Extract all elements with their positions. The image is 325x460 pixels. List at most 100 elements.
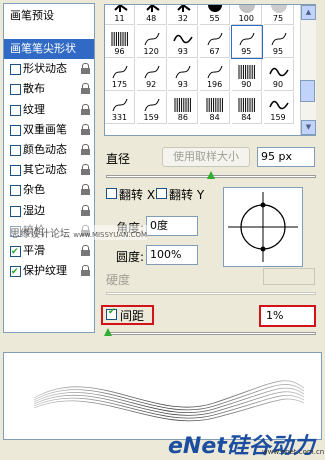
lock-icon[interactable] xyxy=(81,245,90,256)
brush-tip-cell[interactable]: 90 xyxy=(263,59,294,91)
lock-icon[interactable] xyxy=(81,83,90,95)
scrollbar-thumb[interactable] xyxy=(300,80,315,102)
brush-presets-header[interactable]: 画笔预设 xyxy=(10,6,100,26)
hardness-slider xyxy=(106,292,316,295)
scroll-up-icon[interactable]: ▲ xyxy=(301,5,316,20)
brush-option-checkbox[interactable] xyxy=(10,145,21,156)
brush-tip-cell[interactable]: 84 xyxy=(200,92,231,124)
brush-tip-cell[interactable]: 95 xyxy=(230,25,263,59)
brush-grid-scrollbar[interactable]: ▲ ▼ xyxy=(300,5,316,135)
brush-tip-icon xyxy=(206,98,223,112)
brush-tip-cell[interactable]: 92 xyxy=(136,59,167,91)
brush-option-0[interactable]: 画笔笔尖形状 xyxy=(4,39,94,59)
brush-option-1[interactable]: 形状动态 xyxy=(4,59,94,79)
brush-tip-cell[interactable]: 159 xyxy=(263,92,294,124)
brush-option-label: 湿边 xyxy=(23,203,45,217)
brush-tip-cell[interactable]: 120 xyxy=(136,26,167,58)
spacing-checkbox[interactable] xyxy=(106,307,117,320)
brush-tip-cell[interactable]: 93 xyxy=(168,26,199,58)
brush-stroke-preview xyxy=(3,352,322,440)
flip-y-checkbox[interactable] xyxy=(156,188,167,199)
brush-option-label: 纹理 xyxy=(23,102,45,116)
brush-tip-cell[interactable]: 93 xyxy=(168,59,199,91)
brush-tip-icon xyxy=(144,98,160,112)
brush-size-label: 93 xyxy=(177,47,188,56)
hardness-label: 硬度 xyxy=(106,273,131,287)
brush-tip-grid[interactable]: 11 48 32 55 100 75 96 120 93 67 95 95 175 92 93 196 90 90… xyxy=(104,4,316,136)
brush-option-label: 其它动态 xyxy=(23,163,67,177)
brush-option-7[interactable]: 杂色 xyxy=(4,180,94,200)
brush-option-11[interactable]: 保护纹理 xyxy=(4,261,94,282)
brush-option-checkbox[interactable] xyxy=(10,262,21,282)
brush-size-label: 331 xyxy=(111,113,128,122)
brush-tip-cell[interactable]: 90 xyxy=(231,59,262,91)
angle-roundness-dial[interactable] xyxy=(223,187,303,267)
brush-size-label: 84 xyxy=(241,113,252,122)
flip-x-checkbox[interactable] xyxy=(106,188,117,199)
angle-field[interactable]: 0度 xyxy=(146,216,198,236)
spacing-slider[interactable] xyxy=(106,332,316,335)
brush-option-checkbox[interactable] xyxy=(10,165,21,177)
brush-option-checkbox[interactable] xyxy=(10,242,21,262)
brush-tip-icon xyxy=(144,65,160,79)
lock-icon[interactable] xyxy=(81,103,90,115)
roundness-field[interactable]: 100% xyxy=(146,245,198,265)
lock-icon[interactable] xyxy=(81,265,90,277)
diameter-slider-knob[interactable] xyxy=(207,171,215,179)
brush-option-8[interactable]: 湿边 xyxy=(4,201,94,221)
brush-tip-cell[interactable]: 11 xyxy=(105,5,135,25)
spacing-field[interactable]: 1% xyxy=(266,309,283,322)
brush-size-label: 93 xyxy=(177,80,188,89)
brush-tip-cell[interactable]: 84 xyxy=(231,92,262,124)
brush-option-checkbox[interactable] xyxy=(10,64,21,76)
brush-tip-icon xyxy=(207,32,223,46)
brush-option-label: 形状动态 xyxy=(23,62,67,76)
lock-icon[interactable] xyxy=(81,204,90,216)
brush-tip-cell[interactable]: 55 xyxy=(200,5,231,25)
brush-option-10[interactable]: 平滑 xyxy=(4,241,94,262)
scroll-down-icon[interactable]: ▼ xyxy=(301,120,316,135)
brush-tip-cell[interactable]: 175 xyxy=(105,59,135,91)
brush-option-4[interactable]: 双重画笔 xyxy=(4,120,94,140)
brush-size-label: 32 xyxy=(177,14,188,23)
brush-tip-cell[interactable]: 67 xyxy=(200,26,231,58)
flip-x-label: 翻转 X xyxy=(119,188,156,202)
brush-tip-cell[interactable]: 48 xyxy=(136,5,167,25)
brush-option-checkbox[interactable] xyxy=(10,205,21,217)
brush-tip-cell[interactable]: 32 xyxy=(168,5,199,25)
brush-tip-cell[interactable]: 331 xyxy=(105,92,135,124)
brush-option-checkbox[interactable] xyxy=(10,185,21,197)
lock-icon[interactable] xyxy=(81,63,90,75)
brush-size-label: 11 xyxy=(114,14,125,23)
brush-tip-cell[interactable]: 95 xyxy=(263,26,294,58)
brush-tip-cell[interactable]: 159 xyxy=(136,92,167,124)
brush-tip-icon xyxy=(207,65,223,79)
brush-tip-cell[interactable]: 100 xyxy=(231,5,262,25)
brush-option-checkbox[interactable] xyxy=(10,104,21,116)
brush-option-5[interactable]: 颜色动态 xyxy=(4,140,94,160)
brush-tip-icon xyxy=(238,98,255,112)
brush-option-checkbox[interactable] xyxy=(10,124,21,136)
brush-tip-cell[interactable]: 75 xyxy=(263,5,294,25)
brush-tip-icon xyxy=(112,65,128,79)
brush-tip-icon xyxy=(268,67,289,77)
lock-icon[interactable] xyxy=(81,144,90,155)
brush-size-label: 67 xyxy=(209,47,220,56)
brush-option-3[interactable]: 纹理 xyxy=(4,100,94,120)
spacing-slider-knob[interactable] xyxy=(104,328,113,336)
brush-option-6[interactable]: 其它动态 xyxy=(4,160,94,180)
brush-tip-cell[interactable]: 86 xyxy=(168,92,199,124)
brush-size-label: 120 xyxy=(143,47,159,56)
roundness-label: 圆度: xyxy=(116,250,145,264)
brush-tip-cell[interactable]: 196 xyxy=(200,59,231,91)
lock-icon[interactable] xyxy=(81,123,90,135)
brush-tip-icon xyxy=(112,98,128,112)
brush-option-label: 散布 xyxy=(23,82,45,96)
lock-icon[interactable] xyxy=(81,184,90,196)
use-sample-size-button[interactable]: 使用取样大小 xyxy=(162,147,250,167)
brush-option-2[interactable]: 散布 xyxy=(4,79,94,99)
lock-icon[interactable] xyxy=(81,164,90,176)
brush-tip-cell[interactable]: 96 xyxy=(105,26,135,58)
brush-option-checkbox[interactable] xyxy=(10,84,21,96)
diameter-field[interactable]: 95 px xyxy=(257,147,315,167)
